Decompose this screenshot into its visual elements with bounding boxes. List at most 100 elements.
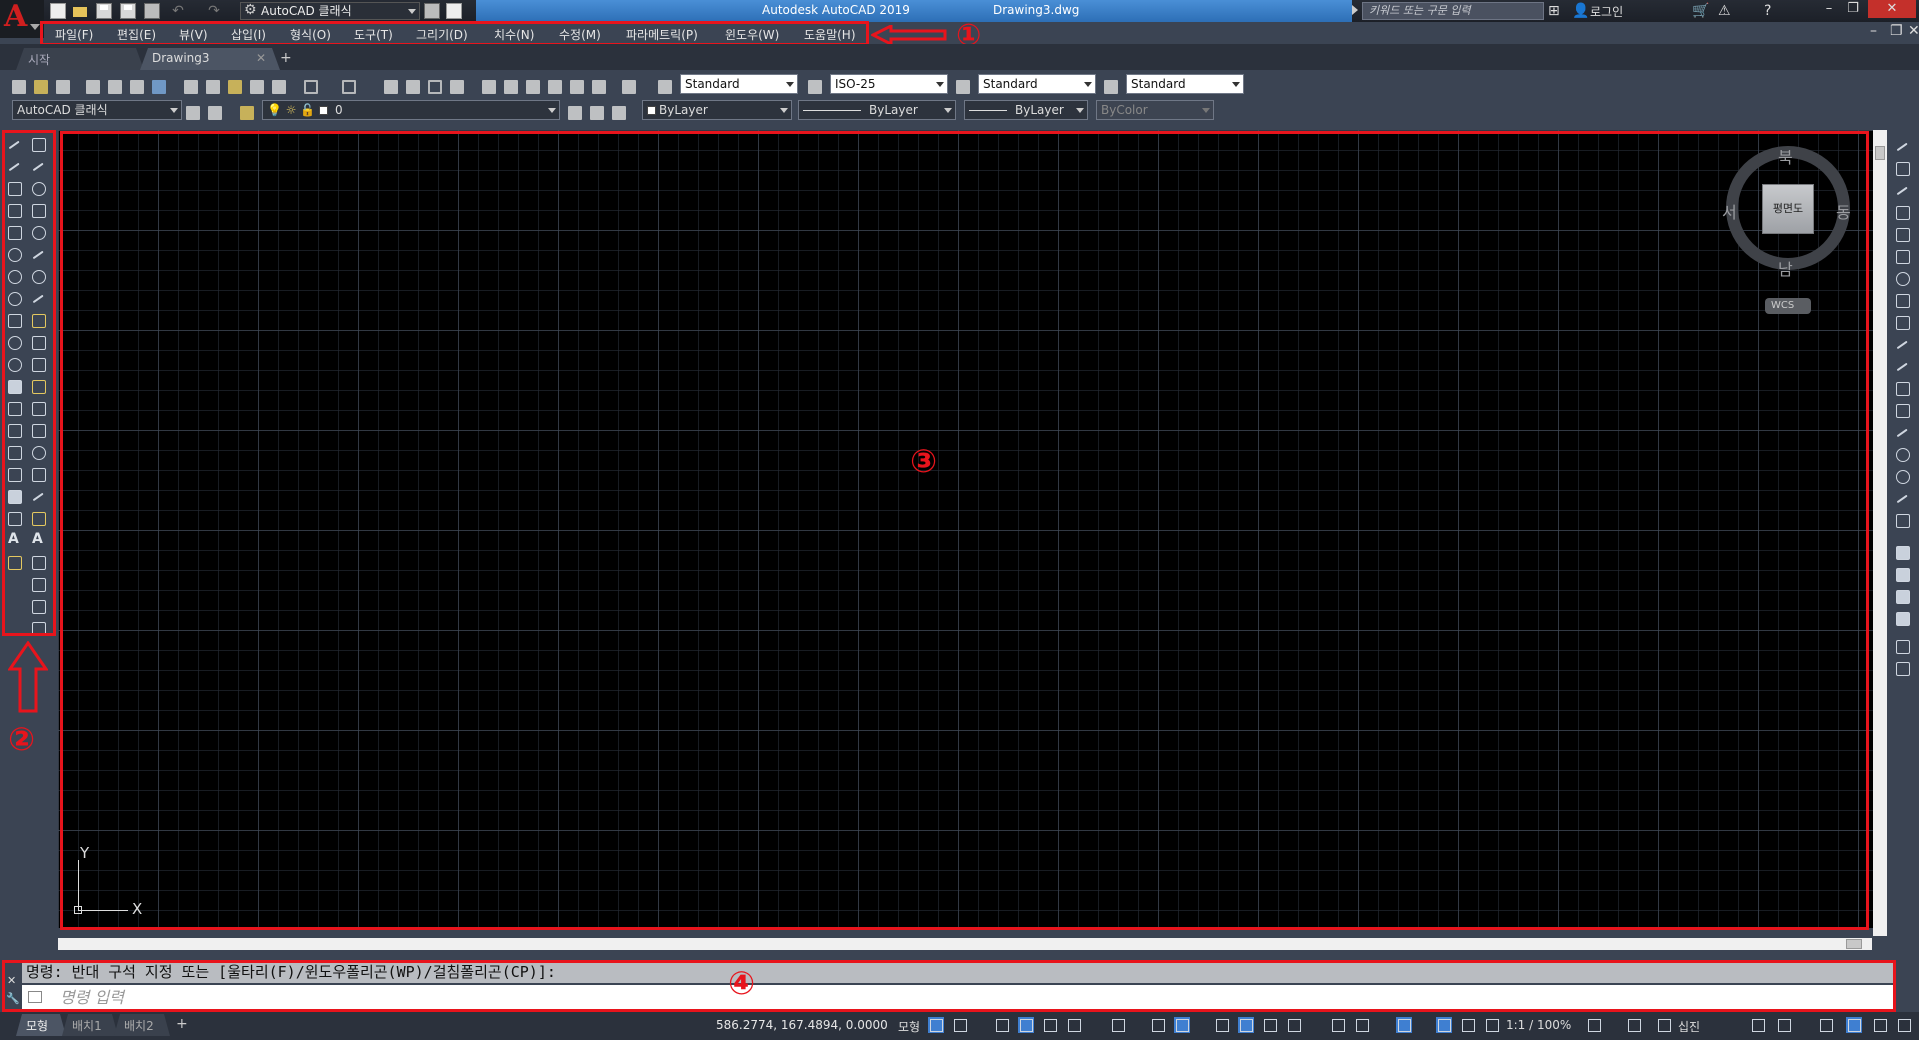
dynamic-input-icon[interactable] bbox=[1018, 1017, 1034, 1033]
scale-icon[interactable] bbox=[1894, 292, 1910, 308]
block-editor-icon[interactable] bbox=[270, 78, 288, 96]
fillet-icon[interactable] bbox=[1894, 468, 1910, 484]
design-center-icon[interactable] bbox=[502, 78, 520, 96]
minimize-button[interactable]: – bbox=[1818, 0, 1840, 18]
calculator-icon[interactable] bbox=[590, 78, 608, 96]
zoom-previous-icon[interactable] bbox=[448, 78, 466, 96]
stretch-icon[interactable] bbox=[1894, 314, 1910, 330]
user-icon[interactable]: 👤 bbox=[1572, 2, 1589, 20]
snap-icon[interactable] bbox=[952, 1017, 968, 1033]
table-style-select[interactable]: Standard bbox=[978, 74, 1096, 94]
viewcube[interactable]: 평면도 북 남 동 서 bbox=[1722, 144, 1856, 279]
paste-icon[interactable] bbox=[226, 78, 244, 96]
extend-icon[interactable] bbox=[1894, 358, 1910, 374]
join-icon[interactable] bbox=[1894, 424, 1910, 440]
lineweight-icon[interactable] bbox=[1214, 1017, 1230, 1033]
infer-constraints-icon[interactable] bbox=[994, 1017, 1010, 1033]
3d-osnap-icon[interactable] bbox=[1286, 1017, 1302, 1033]
scroll-thumb[interactable] bbox=[1875, 146, 1885, 160]
help-icon[interactable]: ? bbox=[1764, 2, 1771, 20]
3d-print-icon[interactable] bbox=[150, 78, 168, 96]
new-file-icon[interactable] bbox=[50, 3, 66, 19]
share-icon[interactable] bbox=[424, 3, 440, 19]
save-icon[interactable] bbox=[54, 78, 72, 96]
compass-west[interactable]: 서 bbox=[1722, 199, 1737, 223]
add-layout-button[interactable]: + bbox=[176, 1016, 188, 1032]
text-to-front-icon[interactable] bbox=[1894, 638, 1910, 654]
vertical-scrollbar[interactable] bbox=[1873, 130, 1887, 936]
horizontal-scrollbar[interactable] bbox=[58, 938, 1872, 950]
selection-filter-icon[interactable] bbox=[1354, 1017, 1370, 1033]
dim-style-icon[interactable] bbox=[806, 78, 824, 96]
cut-icon[interactable] bbox=[182, 78, 200, 96]
draw-order-back-icon[interactable] bbox=[1894, 566, 1910, 582]
zoom-window-icon[interactable] bbox=[426, 78, 444, 96]
plot-icon[interactable] bbox=[84, 78, 102, 96]
polar-icon[interactable] bbox=[1066, 1017, 1082, 1033]
compass-east[interactable]: 동 bbox=[1836, 199, 1851, 223]
isometric-icon[interactable] bbox=[1110, 1017, 1126, 1033]
tab-model[interactable]: 모형 bbox=[16, 1014, 66, 1036]
open-file-icon[interactable] bbox=[72, 3, 88, 19]
undo-icon[interactable] bbox=[302, 78, 320, 96]
ortho-icon[interactable] bbox=[1042, 1017, 1058, 1033]
pan-icon[interactable] bbox=[382, 78, 400, 96]
save-icon[interactable] bbox=[96, 3, 112, 19]
new-tab-button[interactable]: + bbox=[280, 50, 292, 66]
redo-icon[interactable] bbox=[340, 78, 358, 96]
publish-icon[interactable] bbox=[128, 78, 146, 96]
viewcube-top-face[interactable]: 평면도 bbox=[1762, 184, 1814, 234]
transparency-icon[interactable] bbox=[1238, 1017, 1254, 1033]
tool-palettes-icon[interactable] bbox=[524, 78, 542, 96]
expand-arrow-icon[interactable] bbox=[1352, 5, 1358, 15]
multileader-style-icon[interactable] bbox=[1102, 78, 1120, 96]
application-menu-button[interactable]: A bbox=[0, 0, 44, 38]
units-icon[interactable] bbox=[1656, 1017, 1672, 1033]
bring-above-icon[interactable] bbox=[1894, 588, 1910, 604]
workspace-switch-icon[interactable] bbox=[1586, 1017, 1602, 1033]
scroll-thumb[interactable] bbox=[1846, 939, 1862, 949]
workspace-settings-icon[interactable] bbox=[184, 104, 202, 122]
undo-icon[interactable]: ↶ bbox=[170, 3, 186, 19]
object-snap-tracking-icon[interactable] bbox=[1150, 1017, 1166, 1033]
open-icon[interactable] bbox=[32, 78, 50, 96]
properties-icon[interactable] bbox=[480, 78, 498, 96]
blend-curves-icon[interactable] bbox=[1894, 490, 1910, 506]
coordinates-readout[interactable]: 586.2774, 167.4894, 0.0000 bbox=[716, 1018, 888, 1032]
help-icon[interactable] bbox=[620, 78, 638, 96]
hardware-acceleration-icon[interactable] bbox=[1846, 1017, 1862, 1033]
linetype-select[interactable]: ByLayer bbox=[798, 100, 956, 120]
restore-button[interactable]: ❐ bbox=[1842, 0, 1864, 18]
sheet-set-icon[interactable] bbox=[546, 78, 564, 96]
annotation-scale-icon[interactable] bbox=[1484, 1017, 1500, 1033]
tab-layout2[interactable]: 배치2 bbox=[114, 1014, 170, 1036]
annotation-monitor-icon[interactable] bbox=[1626, 1017, 1642, 1033]
wcs-menu[interactable]: WCS bbox=[1765, 298, 1811, 314]
gizmo-icon[interactable] bbox=[1396, 1017, 1412, 1033]
open-web-icon[interactable] bbox=[446, 3, 462, 19]
make-current-layer-icon[interactable] bbox=[566, 104, 584, 122]
hatch-to-back-icon[interactable] bbox=[1894, 660, 1910, 676]
compass-north[interactable]: 북 bbox=[1778, 144, 1793, 168]
menu-minimize-icon[interactable]: – bbox=[1870, 22, 1877, 40]
customization-icon[interactable] bbox=[1896, 1017, 1912, 1033]
annotation-visibility-icon[interactable] bbox=[1436, 1017, 1452, 1033]
table-style-icon[interactable] bbox=[954, 78, 972, 96]
explode-icon[interactable] bbox=[1894, 512, 1910, 528]
multileader-style-select[interactable]: Standard bbox=[1126, 74, 1244, 94]
close-button[interactable]: ✕ bbox=[1868, 0, 1916, 18]
qnew-icon[interactable] bbox=[10, 78, 28, 96]
login-button[interactable]: 로그인 bbox=[1590, 3, 1623, 20]
copy-icon[interactable] bbox=[204, 78, 222, 96]
dynamic-ucs-icon[interactable] bbox=[1330, 1017, 1346, 1033]
lock-ui-icon[interactable] bbox=[1776, 1017, 1792, 1033]
exchange-icon[interactable]: ⚠ bbox=[1718, 2, 1731, 20]
annotation-scale-value[interactable]: 1:1 / 100% bbox=[1506, 1018, 1571, 1032]
offset-icon[interactable] bbox=[1894, 204, 1910, 220]
lineweight-select[interactable]: ByLayer bbox=[964, 100, 1088, 120]
color-select[interactable]: ByLayer bbox=[642, 100, 792, 120]
move-icon[interactable] bbox=[1894, 248, 1910, 264]
selection-cycling-icon[interactable] bbox=[1262, 1017, 1278, 1033]
close-icon[interactable]: ✕ bbox=[256, 51, 266, 65]
redo-icon[interactable]: ↷ bbox=[206, 3, 222, 19]
